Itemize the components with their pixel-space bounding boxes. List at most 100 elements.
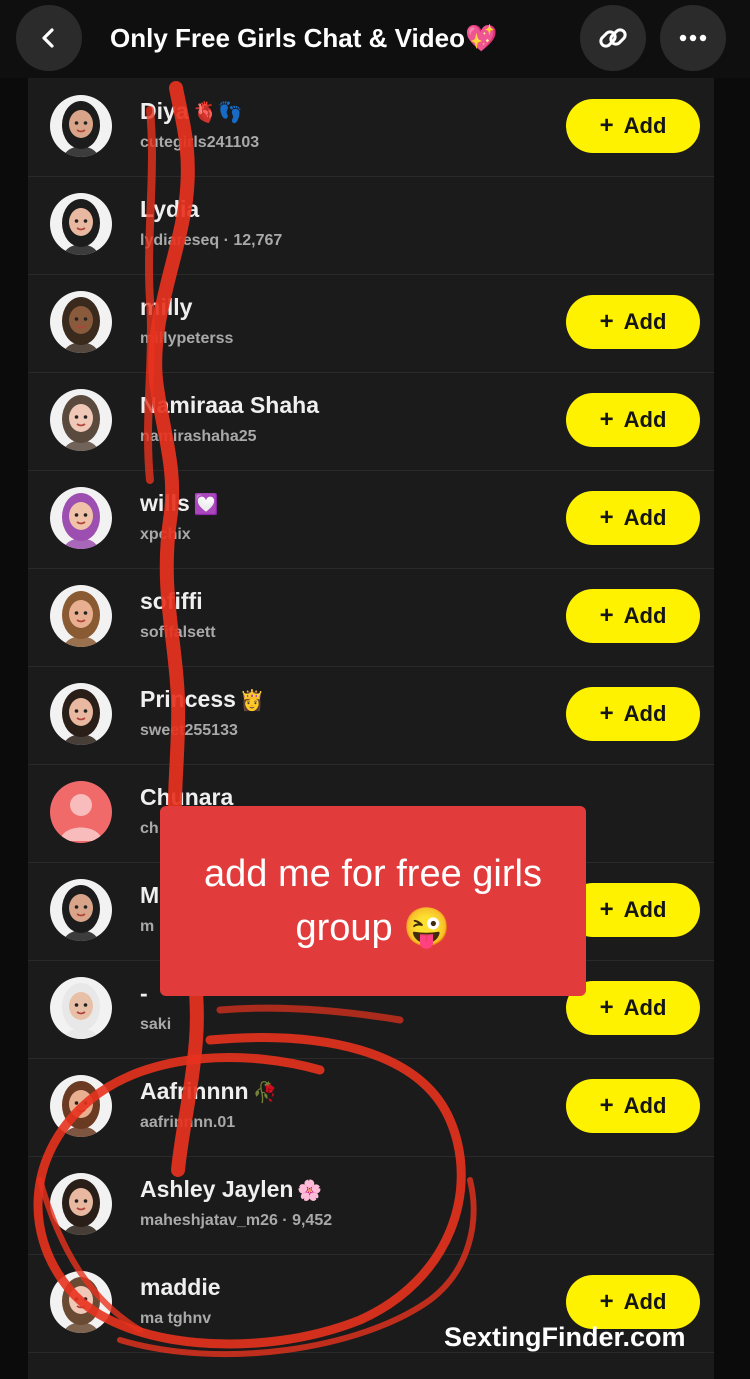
member-name-text: Diya	[140, 98, 189, 124]
avatar[interactable]	[50, 291, 112, 353]
member-name-text: Princess	[140, 686, 236, 712]
add-label: Add	[623, 701, 667, 726]
avatar[interactable]	[50, 1075, 112, 1137]
link-icon	[596, 21, 630, 55]
avatar[interactable]	[50, 879, 112, 941]
member-name: M	[140, 880, 159, 910]
plus-icon: +	[599, 308, 614, 335]
avatar[interactable]	[50, 977, 112, 1039]
member-row[interactable]: Diya 🫀👣 cutegirls241103 + Add	[28, 78, 714, 177]
add-friend-button[interactable]: + Add	[566, 99, 700, 153]
member-emoji: 🥀	[252, 1082, 278, 1104]
add-label: Add	[623, 1093, 667, 1118]
member-username: ma tghnv	[140, 1310, 212, 1327]
member-row[interactable]: Namiraaa Shaha namirashaha25 + Add	[28, 372, 714, 471]
member-username: sweet255133	[140, 722, 238, 739]
member-list: Diya 🫀👣 cutegirls241103 + Add Lydia lydiareseq…	[28, 78, 714, 1379]
add-friend-button[interactable]: + Add	[566, 295, 700, 349]
plus-icon: +	[599, 602, 614, 629]
member-name-text: Namiraaa Shaha	[140, 392, 319, 418]
member-row[interactable]: wills 💟 xpchix + Add	[28, 470, 714, 569]
add-label: Add	[623, 309, 667, 334]
sticker-line-1: add me for free girls	[204, 853, 542, 895]
member-name-text: -	[140, 980, 148, 1006]
member-row[interactable]: Lydia lydiareseq · 12,767	[28, 176, 714, 275]
plus-icon: +	[599, 112, 614, 139]
member-name: milly	[140, 292, 192, 322]
avatar[interactable]	[50, 487, 112, 549]
member-name: Lydia	[140, 194, 199, 224]
watermark: SextingFinder.com	[444, 1322, 686, 1352]
member-username: ch	[140, 820, 159, 837]
member-username: saki	[140, 1016, 172, 1033]
plus-icon: +	[599, 1288, 614, 1315]
member-name-text: M	[140, 882, 160, 908]
avatar[interactable]	[50, 95, 112, 157]
plus-icon: +	[599, 1092, 614, 1119]
member-username: xpchix	[140, 526, 191, 543]
add-friend-button[interactable]: + Add	[566, 687, 700, 741]
member-name-text: maddie	[140, 1274, 221, 1300]
member-username: aafrinnnn.01	[140, 1114, 236, 1131]
avatar[interactable]	[50, 683, 112, 745]
member-name-text: Lydia	[140, 196, 200, 222]
member-username: namirashaha25	[140, 428, 257, 445]
add-friend-button[interactable]: + Add	[566, 491, 700, 545]
member-name: Aafrinnnn 🥀	[140, 1076, 278, 1106]
member-name-text: Ashley Jaylen	[140, 1176, 294, 1202]
avatar[interactable]	[50, 781, 112, 843]
sticker-line-2: group 😜	[295, 907, 451, 949]
add-friend-button[interactable]: + Add	[566, 883, 700, 937]
more-options-button[interactable]	[660, 5, 726, 71]
member-row[interactable]: Ashley Jaylen 🌸 maheshjatav_m26 · 9,452	[28, 1156, 714, 1255]
avatar[interactable]	[50, 585, 112, 647]
plus-icon: +	[599, 504, 614, 531]
member-name-text: sofiffi	[140, 588, 203, 614]
plus-icon: +	[599, 406, 614, 433]
member-emoji: 🌸	[297, 1180, 323, 1202]
text-sticker: add me for free girls group 😜	[160, 806, 586, 996]
chevron-left-icon	[36, 25, 62, 51]
add-friend-button[interactable]: + Add	[566, 393, 700, 447]
member-emoji: 🫀👣	[192, 102, 243, 124]
member-username: cutegirls241103	[140, 134, 260, 151]
member-name-text: milly	[140, 294, 193, 320]
add-friend-button[interactable]: + Add	[566, 981, 700, 1035]
member-row[interactable]: Aafrinnnn 🥀 aafrinnnn.01 + Add	[28, 1058, 714, 1157]
member-username: maheshjatav_m26 · 9,452	[140, 1212, 333, 1229]
add-label: Add	[623, 897, 667, 922]
add-friend-button[interactable]: + Add	[566, 1275, 700, 1329]
member-name: -	[140, 978, 148, 1008]
member-username: lydiareseq · 12,767	[140, 232, 283, 249]
add-label: Add	[623, 505, 667, 530]
avatar[interactable]	[50, 1173, 112, 1235]
member-name: Diya 🫀👣	[140, 96, 242, 126]
member-emoji: 💟	[193, 494, 219, 516]
member-name: Namiraaa Shaha	[140, 390, 319, 420]
share-link-button[interactable]	[580, 5, 646, 71]
member-name: wills 💟	[140, 488, 219, 518]
member-row[interactable]: sofiffi sofifalsett + Add	[28, 568, 714, 667]
add-label: Add	[623, 995, 667, 1020]
group-title: Only Free Girls Chat & Video💖	[110, 23, 498, 53]
member-username: millypeterss	[140, 330, 234, 347]
avatar[interactable]	[50, 389, 112, 451]
member-name: sofiffi	[140, 586, 203, 616]
add-friend-button[interactable]: + Add	[566, 1079, 700, 1133]
member-username: m	[140, 918, 155, 935]
member-row[interactable]: milly millypeterss + Add	[28, 274, 714, 373]
avatar[interactable]	[50, 193, 112, 255]
more-horizontal-icon	[678, 33, 708, 43]
member-name-text: Aafrinnnn	[140, 1078, 249, 1104]
top-bar: Only Free Girls Chat & Video💖	[0, 0, 750, 78]
add-label: Add	[623, 603, 667, 628]
member-row[interactable]: Princess 👸 sweet255133 + Add	[28, 666, 714, 765]
back-button[interactable]	[16, 5, 82, 71]
add-friend-button[interactable]: + Add	[566, 589, 700, 643]
add-label: Add	[623, 1289, 667, 1314]
add-label: Add	[623, 407, 667, 432]
avatar[interactable]	[50, 1271, 112, 1333]
plus-icon: +	[599, 896, 614, 923]
plus-icon: +	[599, 700, 614, 727]
member-name: maddie	[140, 1272, 221, 1302]
